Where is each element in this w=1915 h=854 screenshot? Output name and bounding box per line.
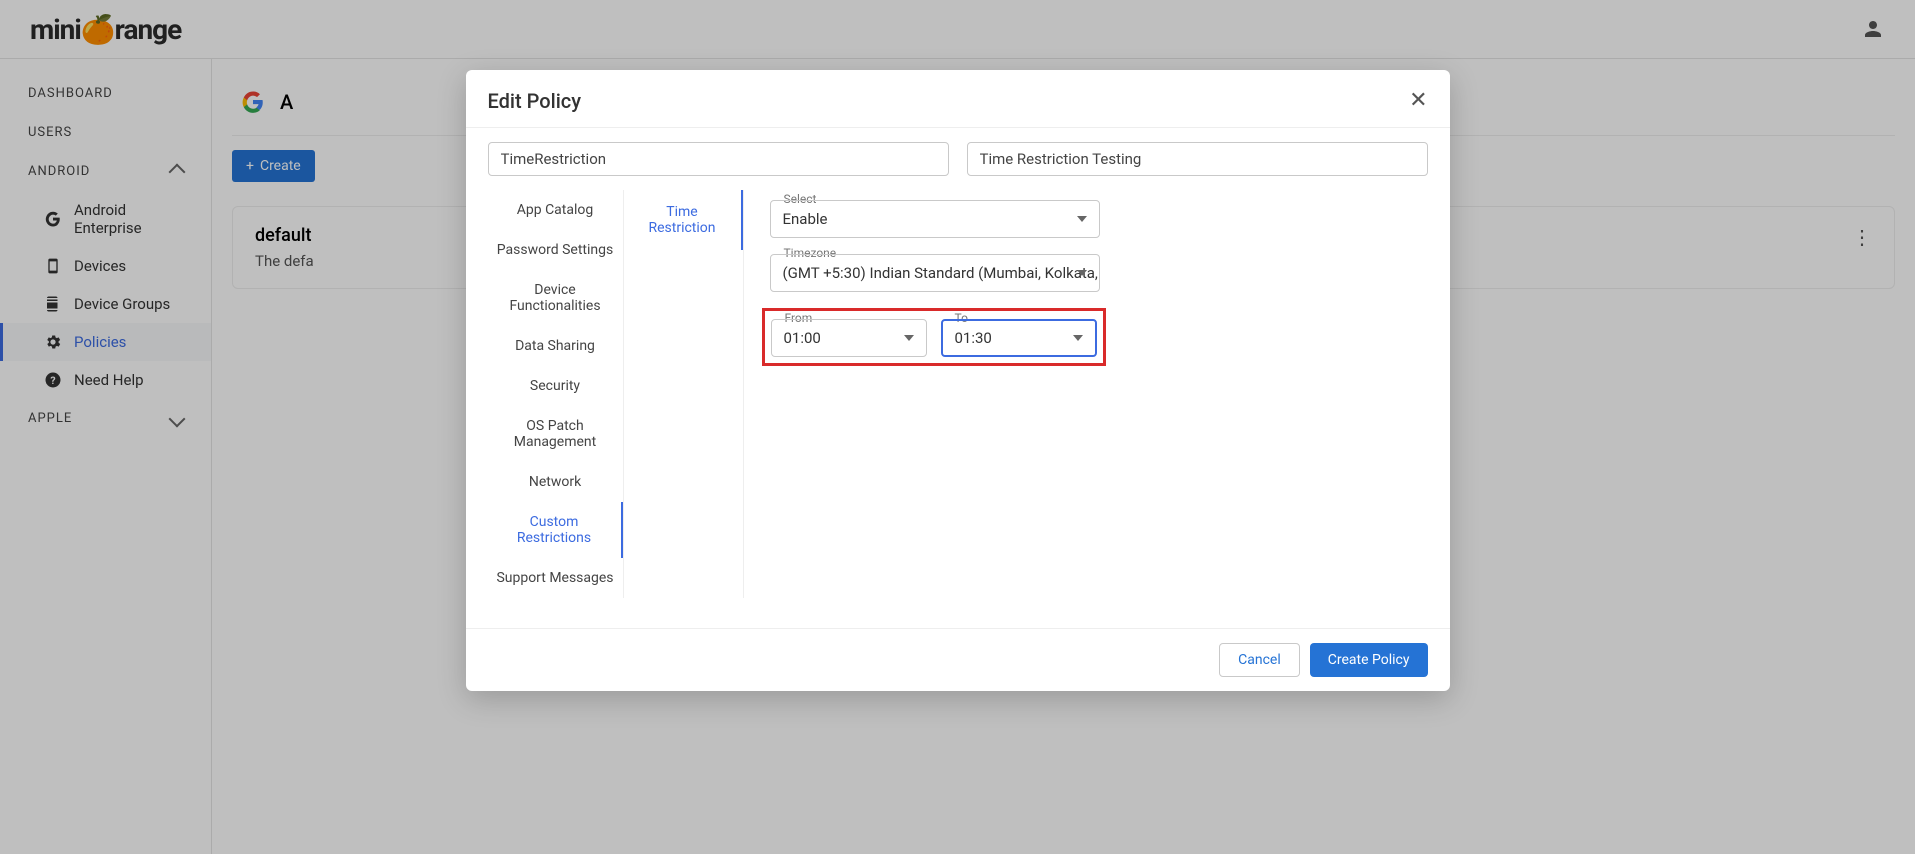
create-policy-button[interactable]: Create Policy [1310,643,1428,677]
sub-time-restriction[interactable]: Time Restriction [624,190,743,250]
select-enable-dropdown[interactable]: Enable [770,200,1100,238]
time-range-highlight: From 01:00 To 01:30 [762,308,1106,366]
cancel-button[interactable]: Cancel [1219,643,1300,677]
cat-app-catalog[interactable]: App Catalog [488,190,623,230]
to-time-dropdown[interactable]: 01:30 [941,319,1097,357]
timezone-dropdown[interactable]: (GMT +5:30) Indian Standard (Mumbai, Kol… [770,254,1100,292]
category-list: App Catalog Password Settings Device Fun… [488,190,624,598]
cat-custom-restrictions[interactable]: Custom Restrictions [488,502,623,558]
cat-data-sharing[interactable]: Data Sharing [488,326,623,366]
form-area: Select Enable Timezone (GMT +5:30) India… [744,190,1428,598]
edit-policy-modal: Edit Policy ✕ App Catalog Password Setti… [466,70,1450,691]
cat-support-messages[interactable]: Support Messages [488,558,623,598]
cat-security[interactable]: Security [488,366,623,406]
cat-network[interactable]: Network [488,462,623,502]
from-time-dropdown[interactable]: 01:00 [771,319,927,357]
policy-name-input[interactable] [488,142,949,176]
cat-os-patch[interactable]: OS Patch Management [488,406,623,462]
close-icon[interactable]: ✕ [1409,88,1427,113]
subcategory-list: Time Restriction [624,190,744,598]
cat-device-functionalities[interactable]: Device Functionalities [488,270,623,326]
cat-password-settings[interactable]: Password Settings [488,230,623,270]
modal-backdrop: Edit Policy ✕ App Catalog Password Setti… [0,0,1915,854]
modal-title: Edit Policy [488,89,582,113]
policy-desc-input[interactable] [967,142,1428,176]
